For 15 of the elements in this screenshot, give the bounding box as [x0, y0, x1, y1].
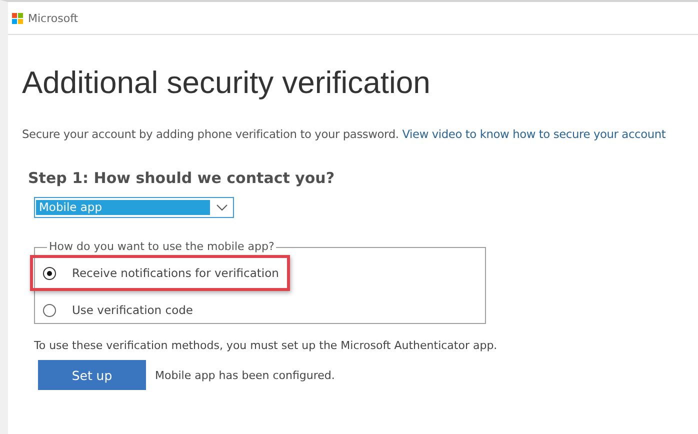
intro-text: Secure your account by adding phone verification to your password. View video to know how to secure your account: [22, 127, 667, 141]
setup-button[interactable]: Set up: [38, 360, 146, 390]
video-link[interactable]: View video to know how to secure your account: [402, 127, 666, 141]
radio-icon[interactable]: [43, 266, 56, 280]
brand-name: Microsoft: [28, 12, 78, 24]
radio-icon[interactable]: [43, 304, 56, 316]
radio-option[interactable]: Receive notifications for verification: [43, 266, 279, 280]
note-text: To use these verification methods, you must set up the Microsoft Authenticator app.: [34, 339, 498, 352]
chevron-icon: [216, 204, 228, 211]
options-legend: How do you want to use the mobile app?: [47, 241, 276, 253]
step-heading: Step 1: How should we contact you?: [28, 169, 336, 187]
status-text: Mobile app has been configured.: [155, 368, 335, 382]
radio-option[interactable]: Use verification code: [43, 303, 193, 317]
page-title: Additional security verification: [22, 65, 432, 101]
logo-icon: [12, 12, 23, 24]
